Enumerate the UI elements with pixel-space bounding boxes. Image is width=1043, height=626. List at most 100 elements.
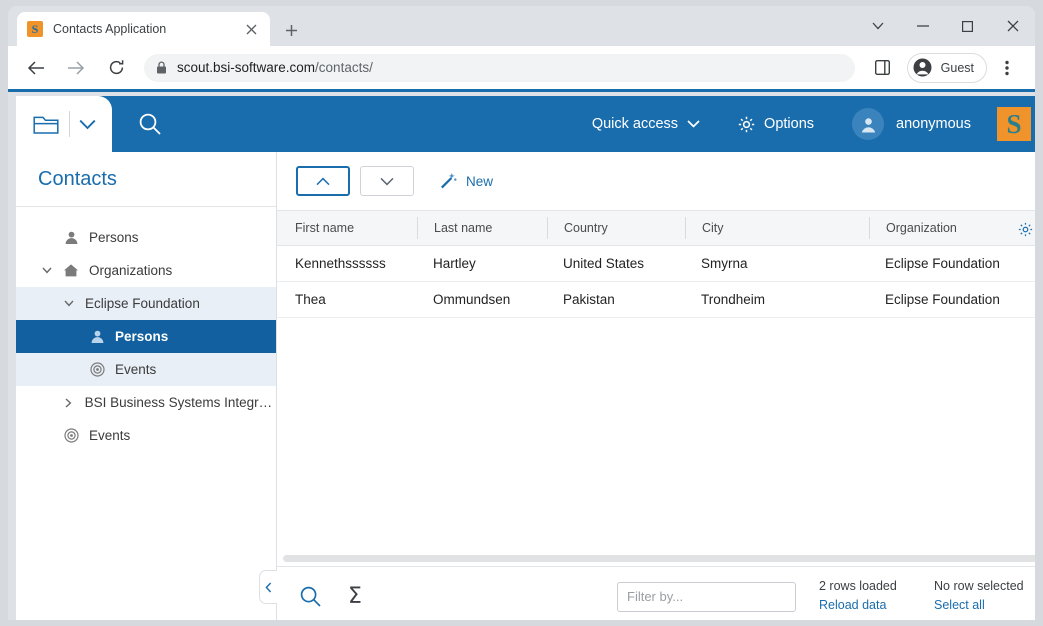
rows-loaded-block: 2 rows loaded Reload data	[819, 579, 897, 613]
data-table: First name Last name Country City Organi…	[277, 210, 1035, 566]
three-dot-menu-icon[interactable]	[991, 52, 1023, 84]
target-icon	[84, 362, 110, 377]
magic-wand-icon	[441, 172, 457, 188]
collapse-up-button[interactable]	[296, 166, 350, 196]
forward-icon[interactable]	[60, 52, 92, 84]
close-icon[interactable]	[242, 20, 260, 38]
profile-button[interactable]: Guest	[906, 52, 987, 83]
selection-label: No row selected	[934, 579, 1024, 594]
target-icon	[58, 428, 84, 443]
sidebar-item-organizations[interactable]: Organizations	[16, 254, 276, 287]
bsi-scout-logo: S	[997, 107, 1031, 141]
sidebar-item-eclipse-events[interactable]: Events	[16, 353, 276, 386]
back-icon[interactable]	[20, 52, 52, 84]
chevron-down-icon[interactable]	[76, 119, 100, 130]
browser-toolbar: scout.bsi-software.com/contacts/ Guest	[8, 46, 1035, 92]
user-avatar-icon	[852, 108, 885, 140]
quick-access-label: Quick access	[591, 116, 679, 132]
table-row[interactable]: Thea Ommundsen Pakistan Trondheim Eclips…	[277, 282, 1035, 318]
user-menu[interactable]: anonymous	[852, 108, 971, 140]
url-text: scout.bsi-software.com/contacts/	[177, 60, 373, 75]
chevron-right-icon[interactable]	[58, 397, 80, 408]
sidebar-item-label: Organizations	[89, 263, 173, 278]
column-header-organization[interactable]: Organization	[869, 217, 1035, 239]
scrollbar-thumb[interactable]	[283, 554, 1035, 562]
cell-last-name: Hartley	[433, 256, 476, 271]
tab-search-icon[interactable]	[855, 7, 900, 45]
tab-strip: S Contacts Application	[8, 6, 1035, 46]
folder-icon[interactable]	[29, 113, 63, 135]
table-row[interactable]: Kennethssssss Hartley United States Smyr…	[277, 246, 1035, 282]
address-bar[interactable]: scout.bsi-software.com/contacts/	[144, 53, 855, 82]
browser-window: S Contacts Application scout.bsi-softwar…	[8, 6, 1035, 620]
scout-favicon: S	[27, 21, 43, 37]
select-all-link[interactable]: Select all	[934, 598, 1024, 613]
sidebar: Contacts Persons Organizations Eclipse F…	[16, 152, 277, 620]
user-name: anonymous	[896, 116, 971, 132]
scout-application: Quick access Options anonymous S Contact…	[16, 96, 1035, 620]
page-title: Contacts	[16, 152, 276, 207]
sidebar-item-eclipse-foundation[interactable]: Eclipse Foundation	[16, 287, 276, 320]
minimize-button[interactable]	[900, 7, 945, 45]
rows-loaded-label: 2 rows loaded	[819, 579, 897, 594]
browser-tab[interactable]: S Contacts Application	[17, 12, 270, 46]
table-header: First name Last name Country City Organi…	[277, 210, 1035, 246]
sidebar-item-persons[interactable]: Persons	[16, 221, 276, 254]
sidebar-item-label: Events	[89, 428, 131, 443]
tab-title: Contacts Application	[53, 22, 167, 36]
horizontal-scrollbar[interactable]	[277, 550, 1035, 566]
close-button[interactable]	[990, 7, 1035, 45]
url-path: /contacts/	[315, 60, 373, 75]
sidebar-item-events[interactable]: Events	[16, 419, 276, 452]
divider	[68, 111, 70, 137]
reload-icon[interactable]	[100, 52, 132, 84]
cell-country: United States	[563, 256, 645, 271]
chevron-down-icon[interactable]	[36, 267, 58, 274]
sidebar-item-label: BSI Business Systems Integra…	[84, 395, 276, 410]
person-icon	[58, 230, 84, 245]
sidebar-item-label: Eclipse Foundation	[85, 296, 200, 311]
sidebar-item-eclipse-persons[interactable]: Persons	[16, 320, 276, 353]
sidebar-item-bsi-business-systems[interactable]: BSI Business Systems Integra…	[16, 386, 276, 419]
gear-icon[interactable]	[1018, 211, 1033, 247]
gear-icon	[738, 116, 755, 132]
quick-access-menu[interactable]: Quick access	[592, 116, 700, 132]
chevron-down-icon[interactable]	[58, 300, 80, 307]
cell-city: Smyrna	[701, 256, 748, 271]
column-header-city[interactable]: City	[685, 217, 869, 239]
app-body: Contacts Persons Organizations Eclipse F…	[16, 152, 1035, 620]
search-icon[interactable]	[138, 112, 162, 136]
new-button-label: New	[466, 173, 494, 189]
side-panel-icon[interactable]	[867, 52, 899, 84]
expand-down-button[interactable]	[360, 166, 414, 196]
cell-country: Pakistan	[563, 292, 615, 307]
new-tab-button[interactable]	[278, 17, 304, 43]
content-area: New First name Last name Country City Or…	[277, 152, 1035, 620]
cell-organization: Eclipse Foundation	[885, 256, 1000, 271]
maximize-button[interactable]	[945, 7, 990, 45]
column-header-last-name[interactable]: Last name	[417, 217, 547, 239]
search-icon[interactable]	[299, 585, 322, 608]
column-header-country[interactable]: Country	[547, 217, 685, 239]
cell-city: Trondheim	[701, 292, 766, 307]
new-button[interactable]: New	[438, 172, 493, 191]
options-label: Options	[764, 116, 815, 132]
sidebar-item-label: Persons	[115, 329, 169, 344]
filter-placeholder: Filter by...	[627, 589, 684, 604]
view-tab[interactable]	[16, 96, 112, 152]
sidebar-collapse-handle[interactable]	[259, 570, 277, 604]
cell-organization: Eclipse Foundation	[885, 292, 1000, 307]
window-controls	[855, 6, 1035, 46]
column-header-first-name[interactable]: First name	[277, 217, 417, 239]
person-icon	[84, 329, 110, 344]
options-menu[interactable]: Options	[738, 116, 814, 133]
cell-last-name: Ommundsen	[433, 292, 511, 307]
header-actions: Quick access Options anonymous S	[592, 107, 1035, 141]
sigma-icon[interactable]: Σ	[348, 585, 362, 608]
sidebar-item-label: Events	[115, 362, 157, 377]
reload-data-link[interactable]: Reload data	[819, 598, 897, 613]
chevron-down-icon	[687, 120, 700, 128]
cell-first-name: Kennethssssss	[295, 256, 386, 271]
url-domain: scout.bsi-software.com	[177, 60, 316, 75]
filter-input[interactable]: Filter by...	[617, 581, 796, 612]
